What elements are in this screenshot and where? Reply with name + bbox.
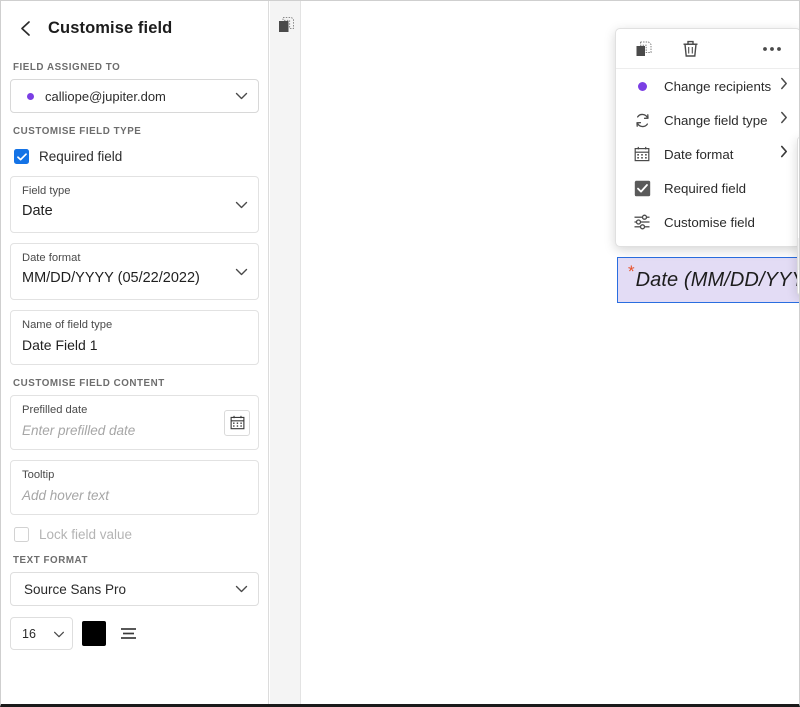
menu-item-customise-field[interactable]: Customise field (616, 205, 800, 239)
more-options-icon[interactable] (758, 35, 786, 63)
menu-item-label: Date format (664, 147, 733, 162)
application-window: Customise field FIELD ASSIGNED TO callio… (0, 0, 800, 707)
tooltip-label: Tooltip (22, 468, 247, 483)
chevron-right-icon (780, 77, 788, 95)
chevron-down-icon (235, 87, 248, 105)
text-color-swatch[interactable] (82, 621, 106, 646)
menu-item-date-format[interactable]: Date format (616, 137, 800, 171)
duplicate-pages-icon[interactable] (277, 16, 295, 34)
name-of-field-type-label: Name of field type (22, 318, 247, 333)
sliders-icon (632, 212, 652, 232)
date-format-select[interactable]: Date format MM/DD/YYYY (05/22/2022) (10, 243, 259, 300)
prefilled-date-label: Prefilled date (22, 403, 247, 418)
recipient-color-dot (27, 93, 34, 100)
calendar-icon[interactable] (224, 410, 250, 436)
page-thumbnail-strip (270, 1, 301, 706)
font-size-value: 16 (22, 627, 36, 641)
trash-icon[interactable] (676, 35, 704, 63)
checkbox-unchecked-icon[interactable] (14, 527, 29, 542)
name-of-field-type-value: Date Field 1 (22, 335, 247, 356)
text-align-icon[interactable] (115, 621, 141, 647)
tooltip-input[interactable]: Tooltip Add hover text (10, 460, 259, 515)
menu-item-change-recipients[interactable]: Change recipients (616, 69, 800, 103)
lock-field-value-checkbox-row[interactable]: Lock field value (14, 527, 259, 542)
text-format-toolbar: 16 (10, 617, 259, 650)
date-form-field[interactable]: * Date (MM/DD/YYYY) (617, 257, 800, 303)
field-type-label: Field type (22, 184, 247, 199)
section-label-customise-field-content: CUSTOMISE FIELD CONTENT (13, 378, 259, 389)
back-button[interactable] (12, 15, 38, 41)
date-format-label: Date format (22, 251, 247, 266)
page-title: Customise field (48, 19, 172, 38)
field-type-value: Date (22, 201, 247, 222)
recipient-select[interactable]: calliope@jupiter.dom (10, 79, 259, 113)
panel-header: Customise field (10, 7, 259, 49)
chevron-right-icon (780, 111, 788, 129)
font-family-select[interactable]: Source Sans Pro (10, 572, 259, 606)
lock-field-value-label: Lock field value (39, 527, 132, 542)
refresh-icon (632, 110, 652, 130)
required-field-checkbox-row[interactable]: Required field (14, 149, 259, 164)
font-family-value: Source Sans Pro (24, 582, 126, 597)
document-canvas: * Date (MM/DD/YYYY) (270, 1, 800, 706)
prefilled-date-placeholder: Enter prefilled date (22, 420, 247, 441)
menu-item-label: Change field type (664, 113, 768, 128)
context-menu-toolbar (616, 29, 800, 69)
required-marker: * (628, 263, 635, 280)
menu-item-label: Required field (664, 181, 746, 196)
chevron-down-icon (53, 625, 65, 643)
menu-item-label: Customise field (664, 215, 755, 230)
date-field-text: Date (MM/DD/YYYY) (636, 269, 800, 292)
field-type-select[interactable]: Field type Date (10, 176, 259, 233)
menu-item-label: Change recipients (664, 79, 771, 94)
menu-item-required-field[interactable]: Required field (616, 171, 800, 205)
customise-field-sidebar: Customise field FIELD ASSIGNED TO callio… (1, 1, 269, 706)
prefilled-date-input[interactable]: Prefilled date Enter prefilled date (10, 395, 259, 450)
recipient-dot-icon (632, 76, 652, 96)
chevron-down-icon (235, 580, 248, 598)
menu-item-change-field-type[interactable]: Change field type (616, 103, 800, 137)
date-format-value: MM/DD/YYYY (05/22/2022) (22, 268, 247, 289)
calendar-icon (632, 144, 652, 164)
chevron-right-icon (780, 145, 788, 163)
checkbox-checked-icon[interactable] (14, 149, 29, 164)
duplicate-icon[interactable] (630, 35, 658, 63)
recipient-value: calliope@jupiter.dom (45, 89, 166, 104)
tooltip-placeholder: Add hover text (22, 485, 247, 506)
section-label-text-format: TEXT FORMAT (13, 555, 259, 566)
section-label-customise-field-type: CUSTOMISE FIELD TYPE (13, 126, 259, 137)
section-label-field-assigned-to: FIELD ASSIGNED TO (13, 62, 259, 73)
checkbox-checked-icon (632, 178, 652, 198)
font-size-select[interactable]: 16 (10, 617, 73, 650)
required-field-label: Required field (39, 149, 122, 164)
field-context-menu: Change recipients Change field t (615, 28, 800, 247)
name-of-field-type-input[interactable]: Name of field type Date Field 1 (10, 310, 259, 365)
